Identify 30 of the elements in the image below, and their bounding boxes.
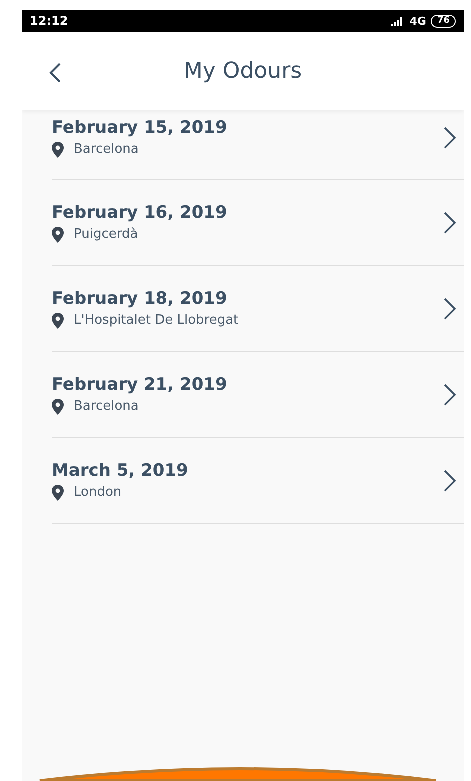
odour-date: February 15, 2019 — [52, 118, 228, 138]
odour-location: Barcelona — [74, 142, 139, 157]
odour-location: London — [74, 485, 122, 500]
odour-location: Barcelona — [74, 399, 139, 414]
location-pin-icon — [52, 142, 64, 158]
signal-icon — [390, 16, 405, 26]
chevron-right-icon — [444, 384, 456, 406]
odour-row[interactable]: February 16, 2019 Puigcerdà — [52, 180, 464, 266]
odour-row[interactable]: February 18, 2019 L'Hospitalet De Llobregat — [52, 266, 464, 352]
location-pin-icon — [52, 312, 64, 328]
location-pin-icon — [52, 484, 64, 500]
odour-date: February 16, 2019 — [52, 202, 228, 222]
location-pin-icon — [52, 398, 64, 414]
odour-date: February 21, 2019 — [52, 374, 228, 394]
chevron-right-icon — [444, 298, 456, 320]
odour-date: March 5, 2019 — [52, 460, 188, 480]
chevron-right-icon — [444, 212, 456, 234]
odour-row[interactable]: March 5, 2019 London — [52, 438, 464, 524]
chevron-right-icon — [444, 470, 456, 492]
location-pin-icon — [52, 226, 64, 242]
page-title: My Odours — [184, 58, 302, 84]
odour-location: Puigcerdà — [74, 227, 138, 242]
odour-date: February 18, 2019 — [52, 288, 228, 308]
odour-row[interactable]: February 21, 2019 Barcelona — [52, 352, 464, 438]
chevron-right-icon — [444, 126, 456, 148]
battery-level: 76 — [431, 14, 456, 28]
network-type: 4G — [410, 14, 426, 28]
odour-location: L'Hospitalet De Llobregat — [74, 313, 239, 328]
status-time: 12:12 — [30, 14, 68, 28]
odour-row[interactable]: February 15, 2019 Barcelona — [52, 110, 464, 180]
